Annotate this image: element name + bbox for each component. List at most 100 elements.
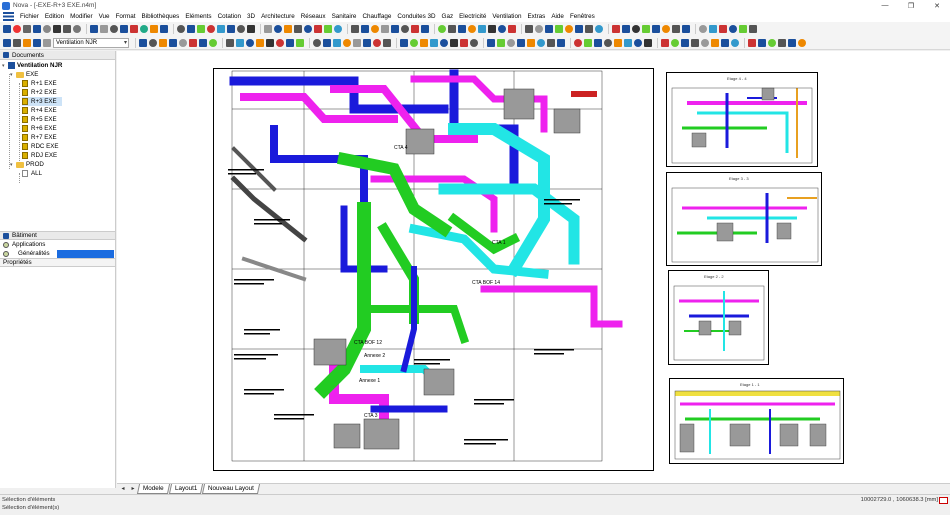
toolbar-tool-icon[interactable]: [189, 38, 197, 47]
tree-item-r1[interactable]: R+1 EXE: [22, 79, 57, 88]
toolbar-tool-icon[interactable]: [207, 25, 215, 33]
toolbar-tool-icon[interactable]: [525, 25, 533, 33]
toolbar-tool-icon[interactable]: [778, 38, 786, 47]
toolbar-tool-icon[interactable]: [711, 38, 719, 47]
toolbar-tool-icon[interactable]: [199, 38, 207, 47]
toolbar-tool-icon[interactable]: [284, 25, 292, 33]
toolbar-tool-icon[interactable]: [497, 38, 505, 47]
batiment-header[interactable]: Bâtiment: [0, 231, 115, 240]
toolbar-tool-icon[interactable]: [274, 25, 282, 33]
close-button[interactable]: ✕: [924, 2, 950, 10]
toolbar-tool-icon[interactable]: [236, 38, 244, 47]
toolbar-tool-icon[interactable]: [110, 25, 118, 33]
toolbar-tool-icon[interactable]: [266, 38, 274, 47]
toolbar-tool-icon[interactable]: [120, 25, 128, 33]
toolbar-tool-icon[interactable]: [160, 25, 168, 33]
toolbar-tool-icon[interactable]: [612, 25, 620, 33]
restore-button[interactable]: ❐: [898, 2, 924, 10]
layer-icon[interactable]: [3, 38, 11, 47]
tree-item-r2[interactable]: R+2 EXE: [22, 88, 57, 97]
tree-folder-exe[interactable]: ▾ EXE: [10, 70, 38, 79]
toolbar-tool-icon[interactable]: [150, 25, 158, 33]
toolbar-tool-icon[interactable]: [632, 25, 640, 33]
tree-item-rdc[interactable]: RDC EXE: [22, 142, 59, 151]
tree-item-r6[interactable]: R+6 EXE: [22, 124, 57, 133]
toolbar-tool-icon[interactable]: [187, 25, 195, 33]
applications-row[interactable]: Applications: [0, 240, 115, 249]
toolbar-tool-icon[interactable]: [177, 25, 185, 33]
toolbar-tool-icon[interactable]: [574, 38, 582, 47]
layer-combo[interactable]: Ventilation NJR: [53, 37, 129, 48]
toolbar-tool-icon[interactable]: [53, 25, 61, 33]
toolbar-tool-icon[interactable]: [691, 38, 699, 47]
toolbar-tool-icon[interactable]: [411, 25, 419, 33]
toolbar-tool-icon[interactable]: [333, 38, 341, 47]
toolbar-tool-icon[interactable]: [140, 25, 148, 33]
toolbar-tool-icon[interactable]: [547, 38, 555, 47]
toolbar-tool-icon[interactable]: [149, 38, 157, 47]
toolbar-tool-icon[interactable]: [739, 25, 747, 33]
toolbar-tool-icon[interactable]: [353, 38, 361, 47]
toolbar-tool-icon[interactable]: [470, 38, 478, 47]
minimize-button[interactable]: —: [872, 2, 898, 10]
tab-layout1[interactable]: Layout1: [168, 484, 204, 494]
tree-item-r7[interactable]: R+7 EXE: [22, 133, 57, 142]
toolbar-tool-icon[interactable]: [634, 38, 642, 47]
toolbar-tool-icon[interactable]: [545, 25, 553, 33]
toolbar-tool-icon[interactable]: [100, 25, 108, 33]
toolbar-tool-icon[interactable]: [721, 38, 729, 47]
toolbar-tool-icon[interactable]: [169, 38, 177, 47]
tree-item-r3[interactable]: R+3 EXE: [22, 97, 62, 106]
menu-elements[interactable]: Eléments: [182, 13, 214, 20]
toolbar-tool-icon[interactable]: [672, 25, 680, 33]
toolbar-tool-icon[interactable]: [430, 38, 438, 47]
toolbar-tool-icon[interactable]: [381, 25, 389, 33]
tree-item-r5[interactable]: R+5 EXE: [22, 115, 57, 124]
toolbar-tool-icon[interactable]: [537, 38, 545, 47]
toolbar-tool-icon[interactable]: [324, 25, 332, 33]
sheet-etage-3[interactable]: Etage 3 - 3: [666, 172, 822, 266]
layer-manager-icon[interactable]: [13, 38, 21, 47]
toolbar-tool-icon[interactable]: [294, 25, 302, 33]
generalites-row[interactable]: Généralités: [0, 249, 115, 258]
menu-fichier[interactable]: Fichier: [17, 13, 42, 20]
toolbar-tool-icon[interactable]: [709, 25, 717, 33]
toolbar-tool-icon[interactable]: [517, 38, 525, 47]
toolbar-tool-icon[interactable]: [13, 25, 21, 33]
toolbar-tool-icon[interactable]: [671, 38, 679, 47]
sheet-etage-2[interactable]: Etage 2 - 2: [668, 270, 769, 365]
layer-visibility-icon[interactable]: [23, 38, 31, 47]
tab-next-icon[interactable]: ▸: [129, 485, 137, 493]
toolbar-tool-icon[interactable]: [246, 38, 254, 47]
toolbar-tool-icon[interactable]: [421, 25, 429, 33]
toolbar-tool-icon[interactable]: [749, 25, 757, 33]
toolbar-tool-icon[interactable]: [286, 38, 294, 47]
menu-vue[interactable]: Vue: [96, 13, 113, 20]
toolbar-tool-icon[interactable]: [401, 25, 409, 33]
tab-nouveau-layout[interactable]: Nouveau Layout: [202, 484, 261, 494]
menu-bibliotheques[interactable]: Bibliothèques: [139, 13, 183, 20]
toolbar-tool-icon[interactable]: [296, 38, 304, 47]
toolbar-tool-icon[interactable]: [383, 38, 391, 47]
toolbar-tool-icon[interactable]: [3, 25, 11, 33]
menu-chauffage[interactable]: Chauffage: [359, 13, 394, 20]
toolbar-tool-icon[interactable]: [23, 25, 31, 33]
tab-modele[interactable]: Modele: [136, 484, 170, 494]
toolbar-tool-icon[interactable]: [130, 25, 138, 33]
toolbar-tool-icon[interactable]: [343, 38, 351, 47]
toolbar-tool-icon[interactable]: [595, 25, 603, 33]
toolbar-tool-icon[interactable]: [575, 25, 583, 33]
menu-gaz[interactable]: Gaz: [439, 13, 457, 20]
toolbar-tool-icon[interactable]: [478, 25, 486, 33]
toolbar-tool-icon[interactable]: [624, 38, 632, 47]
menu-edition[interactable]: Edition: [42, 13, 67, 20]
menu-fenetres[interactable]: Fenêtres: [567, 13, 598, 20]
toolbar-tool-icon[interactable]: [63, 25, 71, 33]
drawing-canvas[interactable]: CTA 1 CTA BOF 14 Annexe 1 Annexe 2 CTA B…: [117, 51, 950, 483]
menu-electricite[interactable]: Electricité: [456, 13, 489, 20]
toolbar-tool-icon[interactable]: [555, 25, 563, 33]
menu-extras[interactable]: Extras: [524, 13, 548, 20]
menu-ventilation[interactable]: Ventilation: [489, 13, 524, 20]
menu-3d[interactable]: 3D: [244, 13, 258, 20]
layer-lock-icon[interactable]: [33, 38, 41, 47]
